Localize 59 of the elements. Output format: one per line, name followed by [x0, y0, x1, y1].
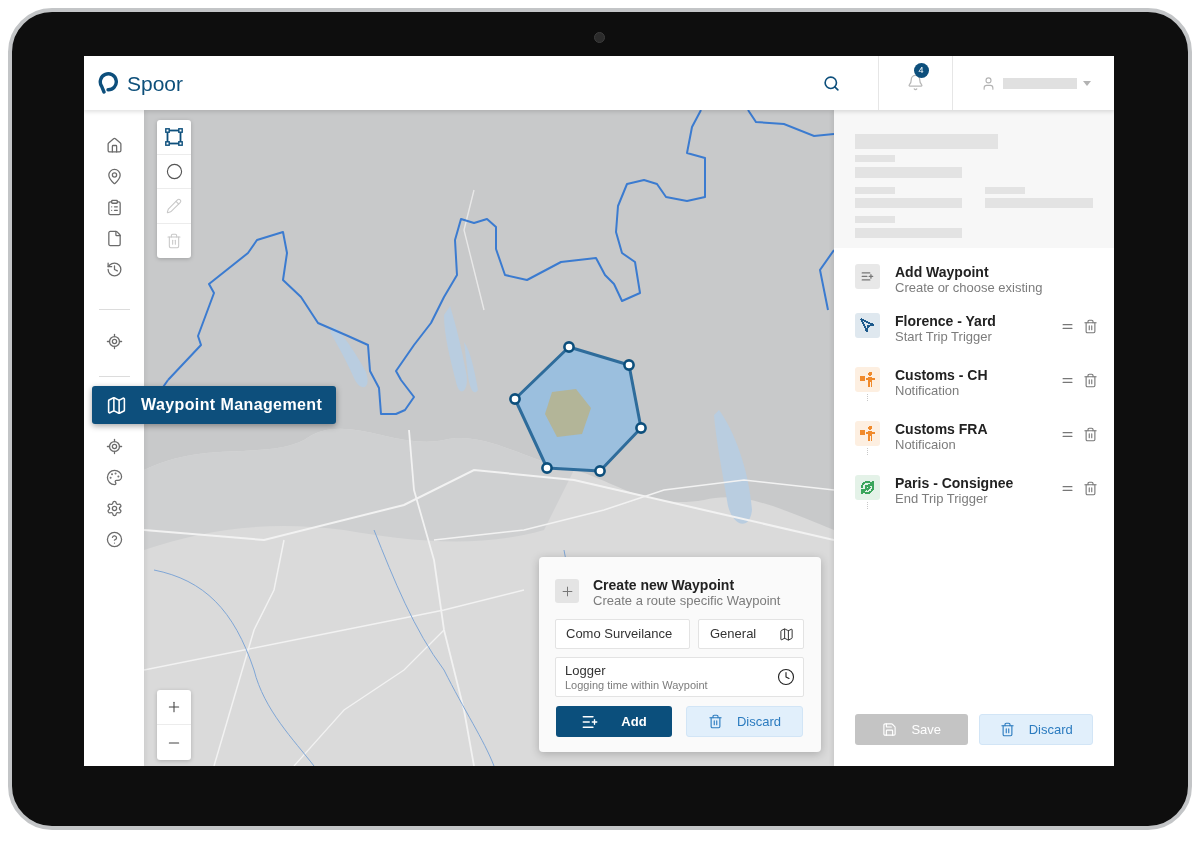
circle-icon[interactable] [165, 162, 183, 180]
notification-badge: 4 [913, 63, 929, 78]
waypoint-subtitle: Start Trip Trigger [895, 329, 993, 345]
logger-subtitle: Logging time within Waypoint [565, 678, 708, 692]
map-icon [106, 394, 127, 416]
connector-line [867, 448, 868, 455]
clipboard-icon[interactable] [105, 199, 123, 216]
connector-line [867, 502, 868, 509]
panel-title: Create new Waypoint [593, 577, 736, 593]
brand-name: Spoor [127, 72, 184, 94]
save-icon [882, 722, 898, 737]
waypoint-subtitle: Notificaion [895, 437, 957, 453]
nav-flyout-item[interactable]: Waypoint Management [92, 386, 336, 424]
discard-button[interactable]: Discard [686, 706, 803, 737]
trash-icon[interactable] [1083, 373, 1098, 388]
waypoint-title: Customs - CH [895, 367, 988, 383]
settings-icon[interactable] [105, 500, 123, 517]
map-pin-icon[interactable] [105, 168, 123, 185]
waypoint-subtitle: Notification [895, 383, 961, 399]
plus-icon[interactable] [555, 579, 579, 603]
bell-icon[interactable] [906, 74, 924, 91]
history-icon[interactable] [105, 261, 123, 278]
waypoint-subtitle: Create or choose existing [895, 280, 1043, 296]
inner-zone-shape [545, 389, 591, 437]
trash-icon [999, 722, 1015, 737]
camera-icon [593, 32, 605, 43]
name-field[interactable]: Como Surveilance [555, 619, 690, 649]
person-with-box-icon [855, 367, 880, 392]
trash-icon[interactable] [1083, 319, 1098, 334]
person-with-box-icon [855, 421, 880, 446]
polygon-draw-icon[interactable] [165, 127, 183, 146]
trash-icon [707, 714, 723, 729]
waypoint-title[interactable]: Add Waypoint [895, 264, 1043, 280]
home-icon[interactable] [105, 137, 123, 154]
palette-icon[interactable] [105, 469, 123, 486]
panel-subtitle: Create a route specific Waypoint [593, 593, 781, 609]
logger-title: Logger [565, 662, 607, 678]
trash-icon[interactable] [1083, 427, 1098, 442]
waypoint-subtitle: End Trip Trigger [895, 491, 989, 507]
logger-field[interactable]: Logger Logging time within Waypoint [555, 657, 804, 697]
waypoint-title: Paris - Consignee [895, 475, 1014, 491]
add-button[interactable]: Add [556, 706, 672, 737]
trash-icon[interactable] [1083, 481, 1098, 496]
search-icon[interactable] [823, 74, 840, 92]
list-plus-icon[interactable] [855, 264, 880, 289]
help-icon[interactable] [105, 531, 123, 548]
target-icon[interactable] [105, 438, 123, 455]
target-icon[interactable] [105, 333, 123, 350]
type-field[interactable]: General [698, 619, 804, 649]
zoom-in-icon[interactable] [166, 699, 182, 715]
discard-button[interactable]: Discard [979, 714, 1093, 745]
logo-icon [98, 71, 118, 95]
waypoint-title: Customs FRA [895, 421, 988, 437]
clock-icon [777, 668, 795, 686]
cycle-arrows-icon [855, 475, 880, 500]
map-icon [779, 626, 794, 642]
connector-line [867, 394, 868, 401]
document-icon[interactable] [105, 230, 123, 247]
waypoint-title: Florence - Yard [895, 313, 996, 329]
